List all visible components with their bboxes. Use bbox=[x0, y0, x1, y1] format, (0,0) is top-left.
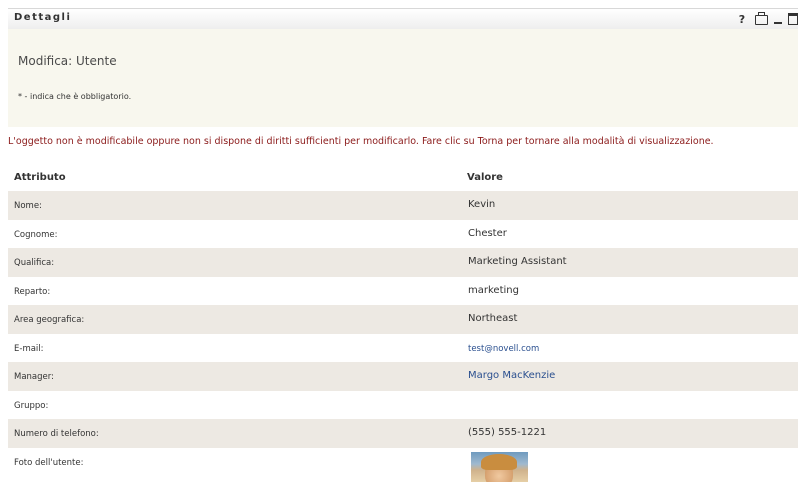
table-row: Manager: Margo MacKenzie bbox=[8, 362, 798, 391]
attribute-value: Marketing Assistant bbox=[468, 256, 567, 267]
attribute-value: (555) 555-1221 bbox=[468, 427, 547, 438]
attribute-label: Reparto: bbox=[14, 286, 51, 297]
column-header-attribute: Attributo bbox=[14, 172, 66, 183]
attribute-label: Nome: bbox=[14, 201, 42, 211]
print-icon[interactable] bbox=[755, 12, 768, 25]
attribute-value: Northeast bbox=[468, 313, 518, 324]
portlet-title: Dettagli bbox=[14, 12, 72, 23]
email-link[interactable]: test@novell.com bbox=[468, 344, 539, 354]
attribute-label: Foto dell'utente: bbox=[14, 457, 84, 468]
attribute-value: Chester bbox=[468, 227, 507, 239]
table-row: Area geografica: Northeast bbox=[8, 305, 798, 334]
help-icon[interactable]: ? bbox=[735, 13, 749, 26]
titlebar-controls: ? bbox=[735, 10, 798, 28]
table-row: Cognome: Chester bbox=[8, 220, 798, 249]
minimize-icon[interactable] bbox=[774, 22, 782, 24]
not-editable-warning: L'oggetto non è modificabile oppure non … bbox=[8, 136, 714, 147]
attribute-label: Cognome: bbox=[14, 229, 58, 240]
attribute-value: marketing bbox=[468, 284, 519, 296]
attribute-label: Area geografica: bbox=[14, 315, 85, 325]
attribute-label: Numero di telefono: bbox=[14, 429, 99, 439]
table-row: Numero di telefono: (555) 555-1221 bbox=[8, 419, 798, 448]
table-row: Gruppo: bbox=[8, 391, 798, 420]
photo-hair bbox=[481, 453, 517, 470]
attribute-label: E-mail: bbox=[14, 343, 44, 354]
manager-link[interactable]: Margo MacKenzie bbox=[468, 370, 555, 381]
form-header-panel: Modifica: Utente * - indica che è obblig… bbox=[8, 29, 798, 127]
attributes-table: Nome: Kevin Cognome: Chester Qualifica: … bbox=[8, 191, 798, 482]
column-header-value: Valore bbox=[467, 172, 503, 183]
user-photo bbox=[471, 451, 528, 482]
required-note: * - indica che è obbligatorio. bbox=[18, 92, 132, 101]
table-row: Nome: Kevin bbox=[8, 191, 798, 220]
form-title: Modifica: Utente bbox=[18, 54, 117, 68]
table-row: E-mail: test@novell.com bbox=[8, 334, 798, 363]
table-row: Qualifica: Marketing Assistant bbox=[8, 248, 798, 277]
attribute-label: Qualifica: bbox=[14, 258, 55, 268]
table-row: Reparto: marketing bbox=[8, 277, 798, 306]
attribute-label: Manager: bbox=[14, 372, 54, 382]
table-row: Foto dell'utente: bbox=[8, 448, 798, 482]
portlet-titlebar: Dettagli ? bbox=[8, 8, 798, 30]
maximize-icon[interactable] bbox=[788, 13, 798, 25]
attribute-value: Kevin bbox=[468, 199, 496, 210]
attribute-label: Gruppo: bbox=[14, 400, 49, 411]
